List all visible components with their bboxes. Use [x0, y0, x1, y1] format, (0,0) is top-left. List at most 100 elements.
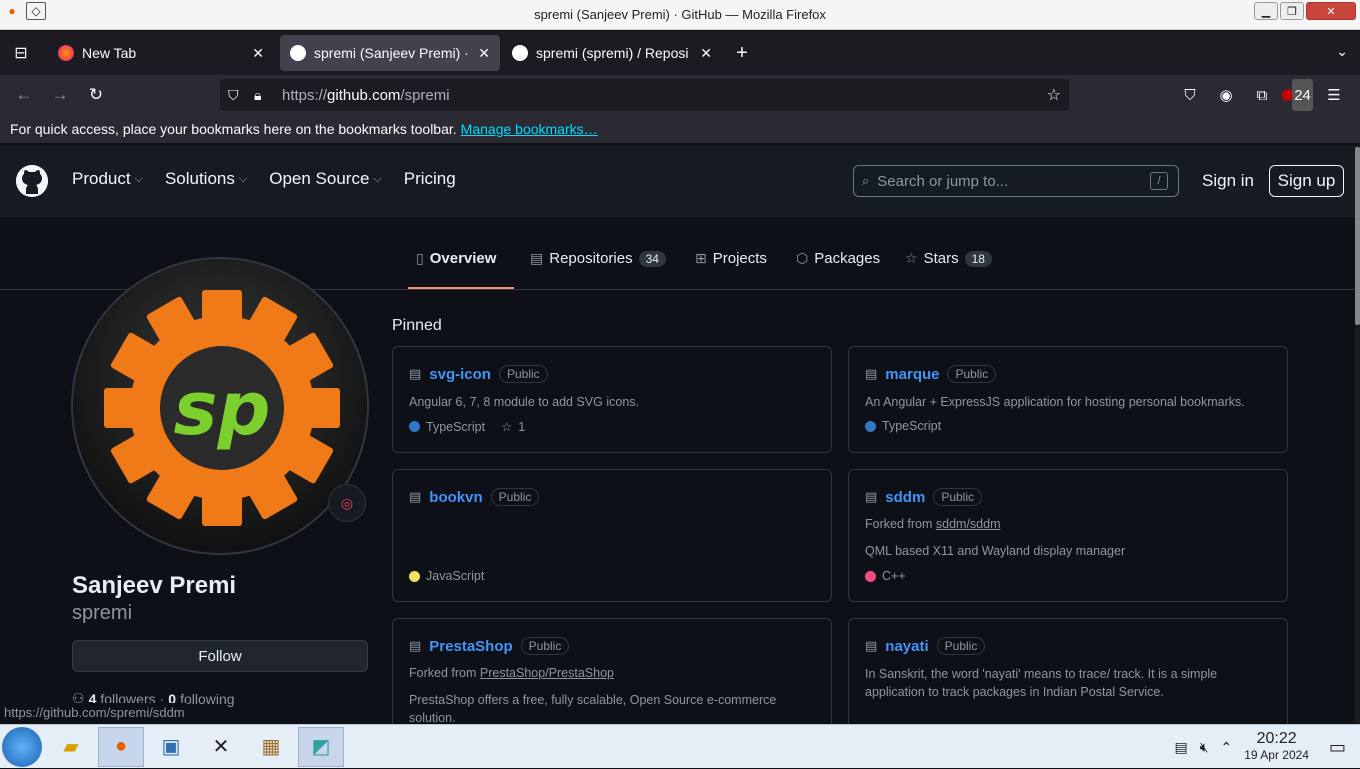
ublock-icon[interactable]: ⬣ 24: [1281, 79, 1314, 111]
bookmark-star-icon[interactable]: ☆: [1047, 85, 1061, 105]
repo-icon: ▤: [865, 489, 878, 504]
pinned-repo-card: ▤ bookvn Public JavaScript: [392, 469, 832, 602]
avatar[interactable]: sp: [71, 257, 369, 555]
minimize-button[interactable]: ▁: [1254, 2, 1278, 20]
tab-packages[interactable]: ⬡ Packages: [796, 250, 880, 267]
tab-spremi-repositories[interactable]: spremi (spremi) / Reposi ✕: [502, 35, 722, 71]
repo-link[interactable]: marque: [885, 366, 939, 383]
new-tab-button[interactable]: +: [724, 35, 760, 71]
pinned-heading: Pinned: [392, 317, 442, 334]
tray-expand-icon[interactable]: ⌃: [1221, 739, 1233, 756]
volume-muted-icon[interactable]: 🔇︎: [1200, 739, 1209, 756]
repo-language: TypeScript: [426, 419, 486, 434]
repo-language: JavaScript: [426, 569, 485, 583]
nav-pricing[interactable]: Pricing: [404, 169, 456, 189]
pocket-icon[interactable]: ⛉: [1174, 79, 1206, 111]
firefox-taskbar-icon[interactable]: ●: [98, 726, 144, 767]
repo-language: TypeScript: [882, 419, 942, 433]
github-favicon-icon: [290, 45, 306, 61]
extensions-icon[interactable]: ⧉: [1246, 79, 1278, 111]
github-favicon-icon: [512, 45, 528, 61]
window-titlebar: ● ◇ spremi (Sanjeev Premi) · GitHub — Mo…: [0, 0, 1360, 30]
repo-stars[interactable]: 1: [518, 420, 525, 434]
close-tab-icon[interactable]: ✕: [252, 45, 264, 62]
table-icon: ⊞: [695, 250, 707, 266]
search-input[interactable]: ⌕ Search or jump to... /: [853, 165, 1179, 197]
tab-projects[interactable]: ⊞ Projects: [695, 250, 767, 267]
repo-icon: ▤: [409, 366, 422, 381]
shield-icon[interactable]: ⛉: [228, 87, 244, 104]
reload-button[interactable]: ↻: [78, 79, 114, 111]
code-editor-icon[interactable]: ◩: [298, 726, 344, 767]
maximize-button[interactable]: ❐: [1280, 2, 1304, 20]
repo-icon: ▤: [865, 638, 878, 653]
clock[interactable]: 20:22 19 Apr 2024: [1244, 731, 1309, 763]
x-app-icon[interactable]: ✕: [198, 727, 244, 767]
pinned-repo-card: ▤ PrestaShop Public Forked from PrestaShop…: [392, 618, 832, 724]
remote-desktop-icon[interactable]: ▣: [148, 727, 194, 767]
tab-repositories[interactable]: ▤ Repositories 34: [530, 250, 666, 267]
page-scrollbar[interactable]: [1355, 145, 1360, 724]
fork-source-link[interactable]: PrestaShop/PrestaShop: [480, 666, 614, 680]
window-menu-icon[interactable]: ◇: [26, 2, 46, 20]
repo-link[interactable]: bookvn: [429, 489, 482, 506]
tab-new-tab[interactable]: New Tab ✕: [48, 35, 274, 71]
repo-description: PrestaShop offers a free, fully scalable…: [409, 693, 777, 724]
menu-icon[interactable]: ☰: [1318, 79, 1350, 111]
scrollbar-thumb[interactable]: [1355, 147, 1360, 325]
window-title: spremi (Sanjeev Premi) · GitHub — Mozill…: [534, 7, 826, 22]
back-button[interactable]: ←: [6, 79, 42, 111]
url-text[interactable]: https://github.com/spremi: [282, 87, 450, 104]
repo-link[interactable]: PrestaShop: [429, 638, 512, 655]
tab-stars[interactable]: ☆ Stars 18: [905, 250, 992, 267]
chevron-down-icon[interactable]: ⌄: [1336, 43, 1348, 60]
tab-overview[interactable]: ▯ Overview: [416, 250, 496, 267]
url-bar[interactable]: ⛉ 🔒︎ https://github.com/spremi ☆: [220, 79, 1069, 111]
star-icon[interactable]: ☆: [501, 419, 512, 434]
firefox-app-icon[interactable]: ●: [2, 2, 22, 20]
repo-language: C++: [882, 569, 906, 583]
close-tab-icon[interactable]: ✕: [478, 45, 490, 62]
clipboard-icon[interactable]: ▤: [1174, 739, 1187, 756]
github-header: Product ⌵ Solutions ⌵ Open Source ⌵ Pricing…: [0, 145, 1355, 217]
language-color-dot: [409, 570, 420, 582]
list-all-tabs-icon[interactable]: ⊟: [0, 31, 42, 75]
search-icon: ⌕: [862, 173, 870, 188]
language-color-dot: [865, 570, 876, 582]
visibility-badge: Public: [933, 488, 982, 506]
repo-link[interactable]: nayati: [885, 638, 928, 655]
start-menu-icon[interactable]: [2, 726, 42, 767]
file-manager-icon[interactable]: ▰: [48, 727, 94, 767]
tab-spremi-profile[interactable]: spremi (Sanjeev Premi) · ✕: [280, 35, 500, 71]
nav-solutions[interactable]: Solutions ⌵: [165, 169, 247, 189]
page-content: Product ⌵ Solutions ⌵ Open Source ⌵ Pricing…: [0, 145, 1360, 724]
status-emoji-button[interactable]: ◎: [328, 484, 366, 522]
close-tab-icon[interactable]: ✕: [700, 45, 712, 62]
github-logo-icon[interactable]: [16, 165, 48, 197]
chevron-down-icon: ⌵: [238, 172, 248, 185]
fork-source-link[interactable]: sddm/sddm: [936, 517, 1001, 531]
sign-in-link[interactable]: Sign in: [1202, 171, 1254, 191]
firefox-favicon-icon: [58, 45, 74, 61]
repo-link[interactable]: svg-icon: [429, 366, 491, 383]
book-icon: ▯: [416, 250, 424, 266]
pinned-repo-card: ▤ marque Public An Angular + ExpressJS app…: [848, 346, 1288, 453]
repo-link[interactable]: sddm: [885, 489, 925, 506]
archive-icon[interactable]: ▦: [248, 727, 294, 767]
close-window-button[interactable]: ✕: [1306, 2, 1356, 20]
repo-icon: ▤: [409, 638, 422, 653]
manage-bookmarks-link[interactable]: Manage bookmarks…: [461, 121, 598, 137]
notifications-icon[interactable]: ▭: [1329, 737, 1346, 758]
repo-description: QML based X11 and Wayland display manage…: [865, 544, 1126, 558]
nav-product[interactable]: Product ⌵: [72, 169, 143, 189]
pinned-repo-card: ▤ nayati Public In Sanskrit, the word 'nay…: [848, 618, 1288, 724]
lock-icon[interactable]: 🔒︎: [254, 87, 270, 104]
sign-up-button[interactable]: Sign up: [1269, 165, 1344, 197]
nav-open-source[interactable]: Open Source ⌵: [269, 169, 382, 189]
selected-tab-underline: [408, 287, 514, 289]
follow-button[interactable]: Follow: [72, 640, 368, 672]
forward-button[interactable]: →: [42, 79, 78, 111]
account-icon[interactable]: ◉: [1210, 79, 1242, 111]
visibility-badge: Public: [947, 365, 997, 383]
star-icon: ☆: [905, 250, 918, 266]
